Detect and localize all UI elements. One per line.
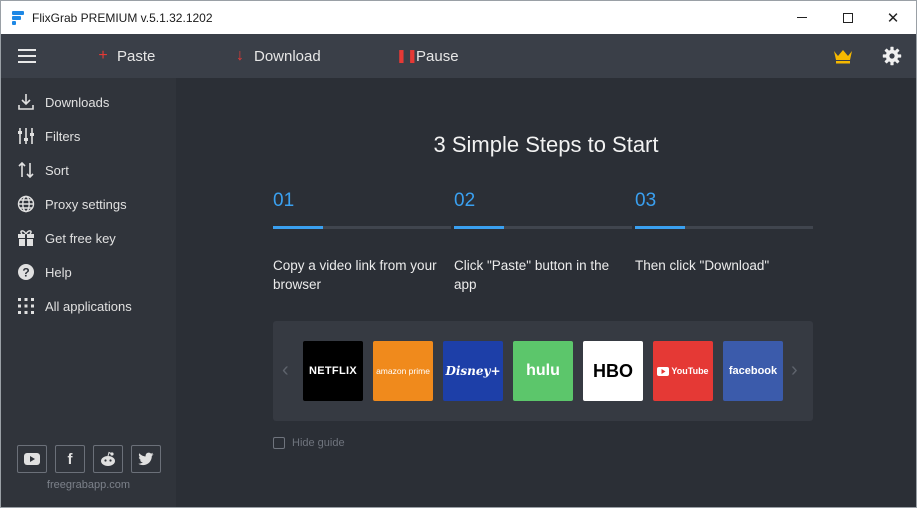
minimize-icon: [797, 17, 807, 18]
paste-button[interactable]: + Paste: [97, 45, 155, 67]
title-bar: FlixGrab PREMIUM v.5.1.32.1202 ✕: [1, 1, 916, 34]
chevron-right-icon[interactable]: ›: [791, 359, 805, 381]
download-button[interactable]: ↓ Download: [234, 45, 321, 67]
service-label: facebook: [728, 365, 778, 377]
app-logo-icon: [12, 11, 24, 25]
youtube-play-icon: [657, 366, 670, 376]
menu-icon[interactable]: [18, 49, 36, 63]
facebook-button[interactable]: f: [55, 445, 85, 473]
sort-icon: [18, 161, 34, 179]
step-3: 03 Then click "Download": [635, 190, 813, 273]
service-tile-amazon-prime: amazon prime: [373, 341, 433, 401]
step-number: 03: [635, 190, 657, 211]
sidebar-item-filters[interactable]: Filters: [1, 119, 176, 153]
hide-guide-label: Hide guide: [292, 437, 345, 449]
step-text: Copy a video link from your browser: [273, 258, 437, 292]
crown-icon[interactable]: [833, 48, 853, 64]
sidebar-item-label: Filters: [45, 128, 81, 144]
main-panel: 3 Simple Steps to Start 01 Copy a video …: [176, 78, 916, 507]
step-number: 02: [454, 190, 476, 211]
step-1: 01 Copy a video link from your browser: [273, 190, 451, 292]
twitter-icon: [138, 452, 154, 466]
service-tile-facebook: facebook: [723, 341, 783, 401]
service-tile-netflix: NETFLIX: [303, 341, 363, 401]
maximize-icon: [843, 12, 853, 23]
service-label: hulu: [526, 362, 560, 379]
download-icon: [18, 94, 34, 110]
sidebar: Downloads Filters Sort Proxy settings Ge…: [1, 78, 176, 507]
reddit-button[interactable]: [93, 445, 123, 473]
app-window: FlixGrab PREMIUM v.5.1.32.1202 ✕ + Paste…: [0, 0, 917, 508]
website-link[interactable]: freegrabapp.com: [1, 479, 176, 491]
reddit-icon: [101, 451, 115, 466]
services-carousel: ‹ NETFLIX amazon prime Disney+ hulu HBO …: [273, 321, 813, 421]
download-label: Download: [254, 47, 321, 65]
pause-label: Pause: [416, 47, 459, 65]
sidebar-item-label: All applications: [45, 298, 132, 314]
plus-icon: +: [98, 47, 108, 64]
sidebar-item-help[interactable]: ? Help: [1, 255, 176, 289]
sidebar-item-label: Get free key: [45, 230, 116, 246]
help-icon: ?: [18, 264, 34, 280]
close-icon: ✕: [886, 9, 900, 27]
sidebar-item-label: Proxy settings: [45, 196, 127, 212]
maximize-button[interactable]: [825, 1, 871, 34]
service-tile-hulu: hulu: [513, 341, 573, 401]
step-progress: [454, 226, 632, 229]
service-label: NETFLIX: [309, 365, 357, 377]
youtube-icon: [24, 453, 40, 465]
sliders-icon: [18, 128, 34, 144]
svg-text:?: ?: [22, 266, 29, 280]
window-title: FlixGrab PREMIUM v.5.1.32.1202: [32, 11, 213, 25]
service-label: amazon prime: [376, 366, 430, 376]
service-label: HBO: [593, 360, 633, 381]
sidebar-item-get-free-key[interactable]: Get free key: [1, 221, 176, 255]
service-tile-youtube: YouTube: [653, 341, 713, 401]
minimize-button[interactable]: [779, 1, 825, 34]
toolbar: + Paste ↓ Download ❚❚ Pause: [1, 34, 916, 78]
step-2: 02 Click "Paste" button in the app: [454, 190, 632, 292]
youtube-button[interactable]: [17, 445, 47, 473]
step-progress: [273, 226, 451, 229]
close-button[interactable]: ✕: [870, 1, 916, 34]
sidebar-item-label: Sort: [45, 162, 69, 178]
service-tile-disney-plus: Disney+: [443, 341, 503, 401]
service-label: YouTube: [671, 366, 709, 376]
sidebar-item-downloads[interactable]: Downloads: [1, 85, 176, 119]
pause-icon: ❚❚: [396, 48, 418, 63]
sidebar-item-all-applications[interactable]: All applications: [1, 289, 176, 323]
sidebar-item-label: Help: [45, 264, 72, 280]
service-tile-hbo: HBO: [583, 341, 643, 401]
sidebar-item-sort[interactable]: Sort: [1, 153, 176, 187]
step-number: 01: [273, 190, 295, 211]
guide-headline: 3 Simple Steps to Start: [433, 132, 659, 157]
chevron-left-icon[interactable]: ‹: [282, 359, 296, 381]
twitter-button[interactable]: [131, 445, 161, 473]
paste-label: Paste: [117, 47, 156, 65]
checkbox-box[interactable]: [273, 437, 285, 449]
step-text: Click "Paste" button in the app: [454, 258, 610, 292]
step-text: Then click "Download": [635, 258, 770, 273]
gear-icon[interactable]: [882, 46, 902, 66]
hide-guide-checkbox[interactable]: Hide guide: [273, 437, 345, 449]
gift-icon: [18, 230, 34, 246]
step-progress: [635, 226, 813, 229]
service-label: Disney+: [445, 364, 501, 378]
pause-button[interactable]: ❚❚ Pause: [396, 45, 459, 67]
sidebar-item-proxy-settings[interactable]: Proxy settings: [1, 187, 176, 221]
globe-icon: [17, 195, 35, 213]
sidebar-item-label: Downloads: [45, 94, 110, 110]
arrow-down-icon: ↓: [236, 47, 244, 64]
grid-icon: [18, 298, 34, 314]
facebook-icon: f: [67, 450, 73, 468]
